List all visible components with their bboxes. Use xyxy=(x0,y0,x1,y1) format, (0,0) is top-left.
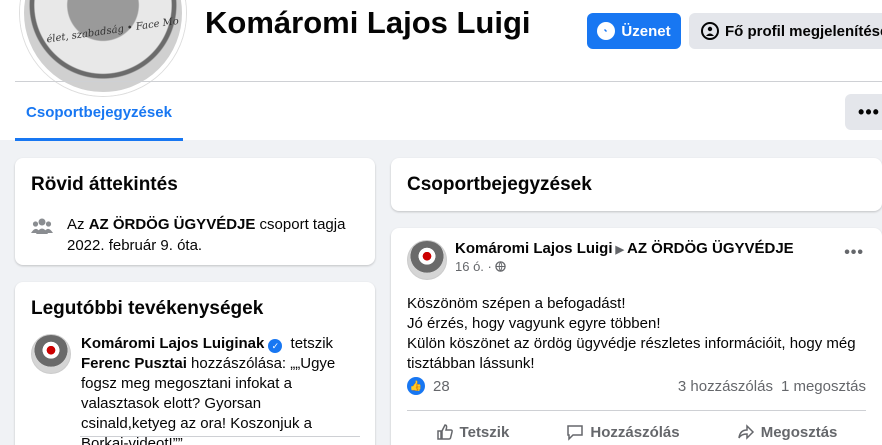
post-meta: 16 ó. · xyxy=(455,259,794,274)
post-body: Köszönöm szépen a befogadást! Jó érzés, … xyxy=(407,294,866,374)
avatar[interactable] xyxy=(407,240,447,280)
activity-target-link[interactable]: Ferenc Pusztai xyxy=(81,355,187,372)
messenger-icon xyxy=(597,22,616,40)
activity-item[interactable]: Komáromi Lajos Luiginak ✓ tetszik Ferenc … xyxy=(31,334,359,445)
post-group-link[interactable]: AZ ÖRDÖG ÜGYVÉDJE xyxy=(627,240,794,257)
main-profile-button[interactable]: Fő profil megjelenítése xyxy=(689,13,882,49)
recent-activity-card: Legutóbbi tevékenységek Komáromi Lajos L… xyxy=(15,282,375,445)
membership-prefix: Az xyxy=(67,216,89,233)
like-reaction-icon[interactable]: 👍 xyxy=(407,377,425,395)
post-author-line: Komáromi Lajos Luigi ▶ AZ ÖRDÖG ÜGYVÉDJE xyxy=(455,240,794,257)
avatar[interactable] xyxy=(31,334,71,374)
post-author-link[interactable]: Komáromi Lajos Luigi xyxy=(455,240,613,257)
share-icon xyxy=(737,424,754,440)
comment-icon xyxy=(567,425,584,441)
post-header: Komáromi Lajos Luigi ▶ AZ ÖRDÖG ÜGYVÉDJE 1… xyxy=(407,240,866,280)
membership-group-link[interactable]: AZ ÖRDÖG ÜGYVÉDJE xyxy=(89,216,256,233)
activity-text: Komáromi Lajos Luiginak ✓ tetszik Ferenc … xyxy=(81,334,359,445)
post-line: Jó érzés, hogy vagyunk egyre többen! xyxy=(407,315,661,332)
post-card: Komáromi Lajos Luigi ▶ AZ ÖRDÖG ÜGYVÉDJE 1… xyxy=(391,228,882,445)
post-stats: 👍 28 3 hozzászólás 1 megosztás xyxy=(407,377,866,395)
about-title: Rövid áttekintés xyxy=(31,174,178,195)
comment-button-label: Hozzászólás xyxy=(590,423,680,441)
membership-text: Az AZ ÖRDÖG ÜGYVÉDJE csoport tagja 2022.… xyxy=(67,214,359,256)
profile-name: Komáromi Lajos Luigi xyxy=(205,5,531,40)
post-actions-divider xyxy=(407,410,866,411)
group-members-icon xyxy=(31,218,53,234)
profile-icon xyxy=(701,22,719,40)
like-button[interactable]: Tetszik xyxy=(436,416,510,445)
share-button[interactable]: Megosztás xyxy=(737,416,838,445)
about-card: Rövid áttekintés Az AZ ÖRDÖG ÜGYVÉDJE cs… xyxy=(15,158,375,265)
reactions-count[interactable]: 28 xyxy=(433,378,450,395)
comments-count[interactable]: 3 hozzászólás xyxy=(678,378,773,395)
recent-activity-title: Legutóbbi tevékenységek xyxy=(31,298,264,319)
post-options-button[interactable]: ••• xyxy=(844,244,864,262)
posts-section-title: Csoportbejegyzések xyxy=(407,174,592,195)
main-profile-button-label: Fő profil megjelenítése xyxy=(725,22,882,40)
comment-button[interactable]: Hozzászólás xyxy=(566,416,680,445)
activity-actor-link[interactable]: Komáromi Lajos Luiginak xyxy=(81,335,264,352)
header-divider xyxy=(15,81,882,82)
thumbs-up-icon xyxy=(436,424,453,440)
like-button-label: Tetszik xyxy=(459,423,510,441)
activity-divider xyxy=(80,436,360,437)
message-button[interactable]: Üzenet xyxy=(587,13,681,49)
post-line: Köszönöm szépen a befogadást! xyxy=(407,295,626,312)
globe-icon xyxy=(495,261,507,272)
share-button-label: Megosztás xyxy=(760,423,838,441)
group-profile-header: élet, szabadság • Face Mo Fra... Komárom… xyxy=(0,0,882,141)
activity-verb: tetszik xyxy=(286,335,334,352)
tab-group-posts[interactable]: Csoportbejegyzések xyxy=(15,84,183,141)
more-options-button[interactable]: ••• xyxy=(845,94,882,130)
verified-badge-icon: ✓ xyxy=(268,339,283,353)
membership-row: Az AZ ÖRDÖG ÜGYVÉDJE csoport tagja 2022.… xyxy=(31,214,359,256)
avatar-ring-text: élet, szabadság • Face Mo Fra... xyxy=(45,11,186,46)
shares-count[interactable]: 1 megosztás xyxy=(781,378,866,395)
active-tab-underline xyxy=(15,138,183,141)
triangle-right-icon: ▶ xyxy=(615,244,624,256)
post-actions: Tetszik Hozzászólás Megosztás xyxy=(407,416,866,445)
posts-header-card: Csoportbejegyzések xyxy=(391,158,882,211)
post-timestamp[interactable]: 16 ó. xyxy=(455,259,484,274)
message-button-label: Üzenet xyxy=(621,22,671,40)
post-line: Külön köszönet az ördög ügyvédje részlet… xyxy=(407,335,856,372)
